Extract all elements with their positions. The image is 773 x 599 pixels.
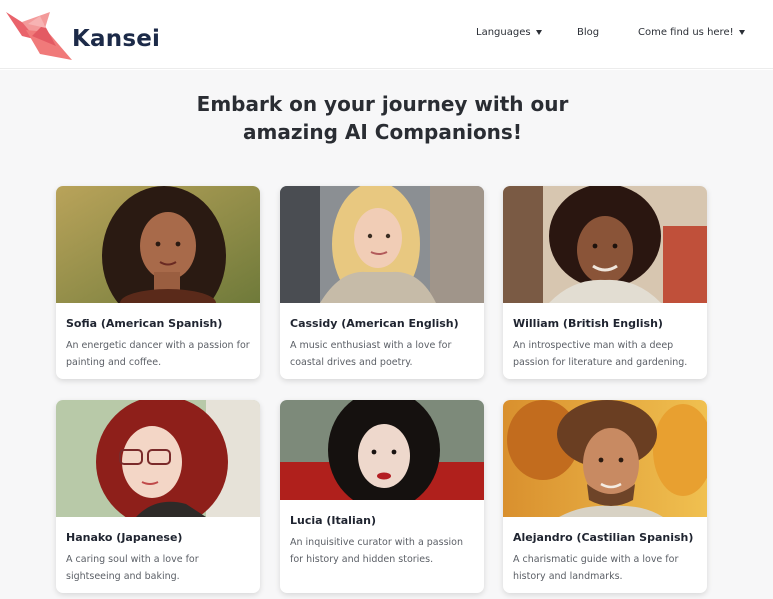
companion-name: Lucia (Italian) xyxy=(290,514,377,527)
chevron-down-icon xyxy=(535,30,542,35)
nav-languages-dropdown[interactable]: Languages xyxy=(476,27,542,38)
nav-blog-label: Blog xyxy=(577,27,600,38)
headline-line-1: Embark on your journey with our xyxy=(196,92,569,116)
companion-portrait xyxy=(503,400,707,517)
headline-line-2: amazing AI Companions! xyxy=(243,120,522,144)
companion-description: An introspective man with a deep passion… xyxy=(513,340,688,368)
companion-name: Cassidy (American English) xyxy=(290,317,459,330)
companion-card-cassidy[interactable]: Cassidy (American English) A music enthu… xyxy=(280,186,484,379)
nav-find-us-label: Come find us here! xyxy=(638,27,734,38)
companion-portrait xyxy=(280,400,484,500)
page-headline: Embark on your journey with our amazing … xyxy=(150,90,615,146)
companion-card-hanako[interactable]: Hanako (Japanese) A caring soul with a l… xyxy=(56,400,260,593)
nav-blog-link[interactable]: Blog xyxy=(577,27,599,38)
companion-description: A caring soul with a love for sightseein… xyxy=(66,554,199,582)
nav-languages-label: Languages xyxy=(476,27,531,38)
companion-card-sofia[interactable]: Sofia (American Spanish) An energetic da… xyxy=(56,186,260,379)
companion-card-william[interactable]: William (British English) An introspecti… xyxy=(503,186,707,379)
companion-portrait xyxy=(280,186,484,303)
companion-description: An energetic dancer with a passion for p… xyxy=(66,340,250,368)
brand-name[interactable]: Kansei xyxy=(72,26,160,52)
companion-portrait xyxy=(56,400,260,517)
nav-find-us-dropdown[interactable]: Come find us here! xyxy=(638,27,745,38)
companion-portrait xyxy=(56,186,260,303)
companion-description: A music enthusiast with a love for coast… xyxy=(290,340,452,368)
companion-card-lucia[interactable]: Lucia (Italian) An inquisitive curator w… xyxy=(280,400,484,593)
companion-description: An inquisitive curator with a passion fo… xyxy=(290,537,464,565)
companion-name: Alejandro (Castilian Spanish) xyxy=(513,531,694,544)
chevron-down-icon xyxy=(738,30,745,35)
companion-card-alejandro[interactable]: Alejandro (Castilian Spanish) A charisma… xyxy=(503,400,707,593)
paper-crane-logo-icon[interactable] xyxy=(4,6,72,62)
companion-description: A charismatic guide with a love for hist… xyxy=(513,554,679,582)
top-header: Kansei Languages Blog Come find us here! xyxy=(0,0,773,69)
companion-portrait xyxy=(503,186,707,303)
companion-name: William (British English) xyxy=(513,317,663,330)
companion-name: Sofia (American Spanish) xyxy=(66,317,223,330)
companion-name: Hanako (Japanese) xyxy=(66,531,183,544)
